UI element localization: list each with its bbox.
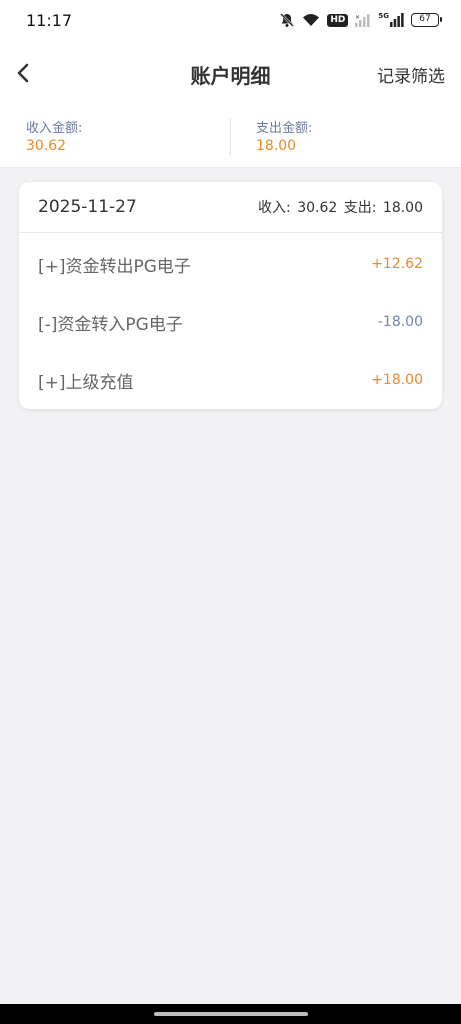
day-card: 2025-11-27 收入: 30.62 支出: 18.00 [+]资金转出PG…	[19, 182, 442, 409]
expense-summary: 支出金额: 18.00	[256, 120, 312, 155]
transaction-amount: -18.00	[377, 314, 423, 330]
screen: 11:17 HD × 5G 67 账户明细 记录筛选 收入金额: 30.62 支…	[0, 0, 461, 1024]
network-type-label: 5G	[378, 12, 389, 20]
gesture-bar	[0, 1004, 461, 1024]
card-expense-value: 18.00	[382, 200, 423, 216]
transaction-label: [+]上级充值	[38, 372, 134, 393]
nav-bar: 账户明细 记录筛选	[0, 40, 461, 108]
status-bar: 11:17 HD × 5G 67	[0, 0, 461, 40]
income-value: 30.62	[26, 138, 67, 154]
transaction-label: [+]资金转出PG电子	[38, 256, 191, 277]
record-filter-button[interactable]: 记录筛选	[377, 62, 445, 87]
status-time: 11:17	[26, 10, 73, 30]
battery-icon: 67	[411, 13, 442, 27]
expense-label: 支出金额:	[256, 121, 313, 136]
card-date: 2025-11-27	[38, 197, 137, 217]
card-income-value: 30.62	[297, 200, 338, 216]
card-totals: 收入: 30.62 支出: 18.00	[256, 197, 423, 217]
wifi-icon	[302, 13, 320, 27]
card-expense-label: 支出:	[343, 200, 377, 216]
home-indicator[interactable]	[154, 1012, 308, 1016]
income-summary: 收入金额: 30.62	[26, 120, 82, 155]
summary-divider	[230, 118, 231, 156]
transaction-label: [-]资金转入PG电子	[38, 314, 183, 335]
bell-off-icon	[279, 12, 295, 28]
transaction-amount: +12.62	[371, 256, 423, 272]
list-item[interactable]: [-]资金转入PG电子 -18.00	[19, 293, 442, 351]
transaction-amount: +18.00	[371, 372, 423, 388]
hd-badge: HD	[327, 13, 349, 27]
signal-weak-icon: ×	[355, 13, 371, 27]
svg-text:×: ×	[355, 14, 360, 21]
transaction-list: [+]资金转出PG电子 +12.62 [-]资金转入PG电子 -18.00 [+…	[19, 235, 442, 409]
card-income-label: 收入:	[258, 200, 291, 216]
signal-5g-icon: 5G	[378, 13, 404, 27]
list-item[interactable]: [+]上级充值 +18.00	[19, 351, 442, 409]
status-icons: HD × 5G 67	[279, 12, 442, 28]
card-header: 2025-11-27 收入: 30.62 支出: 18.00	[19, 182, 442, 233]
income-label: 收入金额:	[26, 121, 83, 136]
list-item[interactable]: [+]资金转出PG电子 +12.62	[19, 235, 442, 293]
expense-value: 18.00	[256, 138, 297, 154]
summary-panel: 收入金额: 30.62 支出金额: 18.00	[0, 108, 461, 168]
